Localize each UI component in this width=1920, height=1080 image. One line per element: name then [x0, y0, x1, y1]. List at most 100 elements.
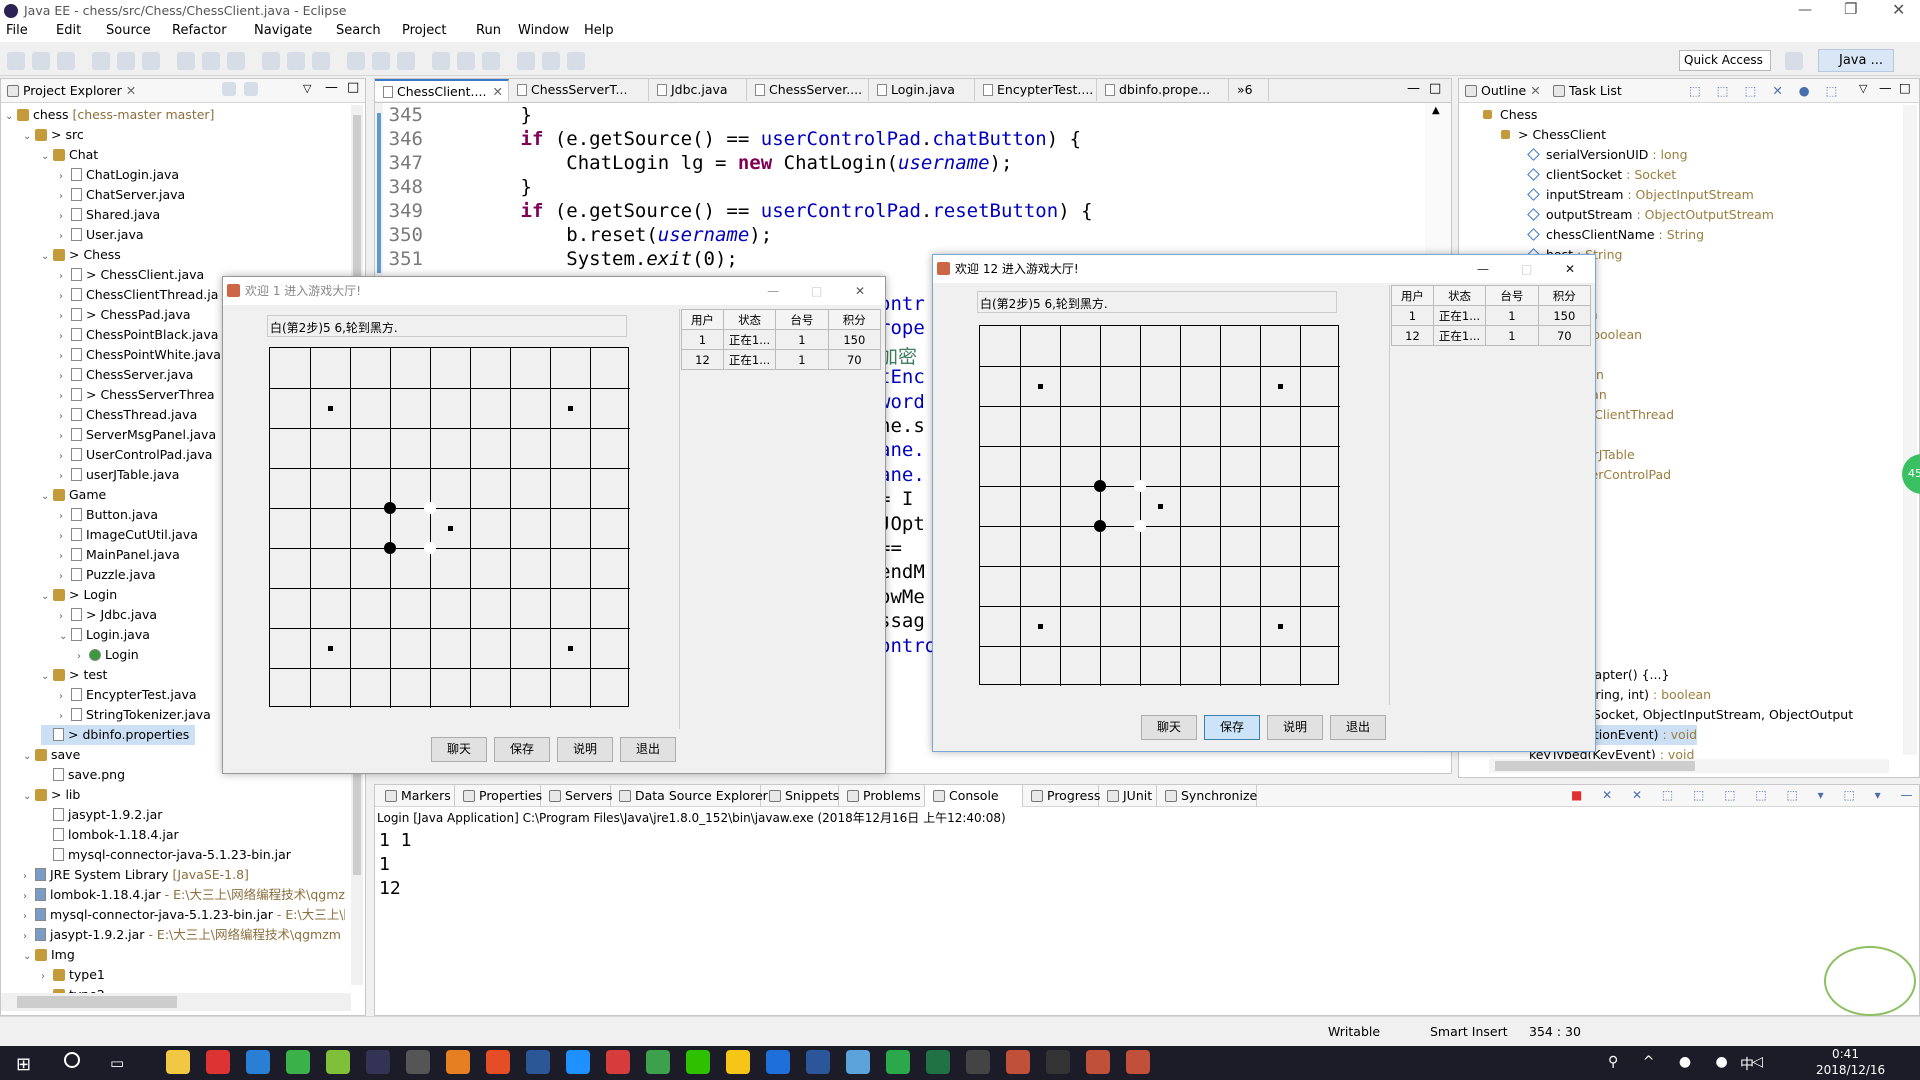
tool-icon[interactable]: [406, 1050, 430, 1074]
menu-source[interactable]: Source: [106, 23, 151, 38]
expanded-arrow-icon[interactable]: ⌄: [23, 747, 35, 767]
web-icon[interactable]: [482, 52, 500, 70]
tree-item[interactable]: > dbinfo.properties: [41, 725, 196, 745]
collapsed-arrow-icon[interactable]: ›: [59, 367, 71, 387]
tree-item[interactable]: › ChessServer.java: [59, 365, 193, 385]
exit-button[interactable]: 退出: [1330, 715, 1386, 740]
dialog-close-button[interactable]: ✕: [855, 277, 865, 305]
clock-date[interactable]: 2018/12/16: [1816, 1063, 1885, 1077]
column-header[interactable]: 积分: [1537, 285, 1592, 306]
menu-window[interactable]: Window: [518, 23, 569, 38]
console-toolbar-icons[interactable]: ■ ✕ ✕ ⬚ ⬚ ⬚ ⬚ ⬚ ▾ ⬚ ▾ — □: [1571, 788, 1920, 802]
ime-indicator[interactable]: 中: [1740, 1054, 1754, 1074]
collapsed-arrow-icon[interactable]: ›: [59, 427, 71, 447]
minimize-editor-icon[interactable]: —: [1407, 81, 1420, 96]
tree-item[interactable]: ⌄ > Chess: [41, 245, 121, 265]
maximize-editor-icon[interactable]: □: [1429, 81, 1441, 96]
new-server-icon[interactable]: [372, 52, 390, 70]
outline-vertical-scrollbar[interactable]: [1903, 105, 1917, 755]
black-stone[interactable]: [384, 542, 396, 554]
task-list-tab[interactable]: Task List: [1553, 83, 1622, 98]
white-stone[interactable]: [1134, 480, 1146, 492]
maximize-button[interactable]: ❐: [1844, 0, 1857, 18]
editor-tab[interactable]: Login.java: [869, 79, 975, 101]
app-pdf-icon[interactable]: [606, 1050, 630, 1074]
collapsed-arrow-icon[interactable]: ›: [59, 527, 71, 547]
java-icon[interactable]: [1006, 1050, 1030, 1074]
outline-item[interactable]: outputStream : ObjectOutputStream: [1527, 205, 1774, 225]
outline-item[interactable]: inputStream : ObjectInputStream: [1527, 185, 1754, 205]
collapsed-arrow-icon[interactable]: ›: [59, 327, 71, 347]
app-ide-icon[interactable]: [766, 1050, 790, 1074]
expanded-arrow-icon[interactable]: ⌄: [5, 107, 17, 127]
menu-refactor[interactable]: Refactor: [172, 23, 227, 38]
tree-item[interactable]: › > ChessServerThrea: [59, 385, 215, 405]
tree-item[interactable]: › jasypt-1.9.2.jar - E:\大三上\网络编程技术\qgmzm: [23, 925, 341, 945]
tree-item[interactable]: ⌄ save: [23, 745, 80, 765]
tree-item[interactable]: › MainPanel.java: [59, 545, 180, 565]
tree-item[interactable]: ⌄ Game: [41, 485, 106, 505]
editor-tab[interactable]: EncypterTest....: [975, 79, 1097, 101]
java-perspective-button[interactable]: Java ...: [1818, 49, 1894, 72]
tree-item[interactable]: › UserControlPad.java: [59, 445, 212, 465]
tree-item[interactable]: › ChessClientThread.ja: [59, 285, 218, 305]
dialog-minimize-button[interactable]: —: [767, 277, 779, 305]
white-stone[interactable]: [424, 502, 436, 514]
skip-icon[interactable]: [202, 52, 220, 70]
collapsed-arrow-icon[interactable]: ›: [59, 347, 71, 367]
app-arrow-icon[interactable]: [646, 1050, 670, 1074]
tab-data-source-explorer[interactable]: Data Source Explorer: [611, 785, 768, 807]
tab-problems[interactable]: Problems: [839, 785, 925, 807]
collapsed-arrow-icon[interactable]: ›: [59, 507, 71, 527]
dialog-minimize-button[interactable]: —: [1477, 255, 1489, 283]
view-menu-icon[interactable]: ▽: [303, 82, 311, 95]
tab-progress[interactable]: Progress: [1023, 785, 1100, 807]
tree-item[interactable]: › JRE System Library [JavaSE-1.8]: [23, 865, 249, 885]
forward-icon[interactable]: [567, 52, 585, 70]
tree-item[interactable]: › Shared.java: [59, 205, 160, 225]
collapsed-arrow-icon[interactable]: ›: [23, 867, 35, 887]
tree-item[interactable]: ⌄ Login.java: [59, 625, 150, 645]
collapsed-arrow-icon[interactable]: ›: [59, 387, 71, 407]
outline-toolbar-icons[interactable]: ⬚ ⬚ ⬚ ✕ ● ⬚: [1689, 83, 1844, 98]
table-row[interactable]: 12 正在1... 1 70: [1391, 325, 1592, 346]
tree-item[interactable]: › mysql-connector-java-5.1.23-bin.jar - E:…: [23, 905, 345, 925]
white-stone[interactable]: [1134, 520, 1146, 532]
link-icon[interactable]: [177, 52, 195, 70]
tree-item[interactable]: › > ChessClient.java: [59, 265, 204, 285]
tree-item[interactable]: › EncypterTest.java: [59, 685, 197, 705]
app-gray-icon[interactable]: [966, 1050, 990, 1074]
clock-time[interactable]: 0:41: [1832, 1047, 1859, 1061]
dialog-close-button[interactable]: ✕: [1565, 255, 1575, 283]
column-header[interactable]: 用户: [1391, 285, 1434, 306]
editor-tab[interactable]: »6: [1229, 79, 1269, 101]
minimize-view-icon[interactable]: —: [1879, 80, 1892, 95]
tree-item[interactable]: ⌄ > Login: [41, 585, 117, 605]
editor-tab[interactable]: Jdbc.java: [649, 79, 747, 101]
save-button[interactable]: 保存: [494, 737, 550, 762]
editor-tab[interactable]: ChessServer....: [747, 79, 869, 101]
tree-item[interactable]: › ImageCutUtil.java: [59, 525, 198, 545]
tree-item[interactable]: › ServerMsgPanel.java: [59, 425, 216, 445]
word-icon[interactable]: [806, 1050, 830, 1074]
tree-item[interactable]: ⌄ Chat: [41, 145, 98, 165]
tab-markers[interactable]: Markers: [377, 785, 455, 807]
collapsed-arrow-icon[interactable]: ›: [23, 887, 35, 907]
tree-item[interactable]: ⌄ chess [chess-master master]: [5, 105, 214, 125]
expanded-arrow-icon[interactable]: ⌄: [23, 127, 35, 147]
close-icon[interactable]: ✕: [1530, 83, 1540, 98]
tree-item[interactable]: › Button.java: [59, 505, 158, 525]
app-green2-icon[interactable]: [886, 1050, 910, 1074]
java3-icon[interactable]: [1126, 1050, 1150, 1074]
app-red-icon[interactable]: [206, 1050, 230, 1074]
tree-item[interactable]: › type1: [41, 965, 105, 985]
terminal-icon[interactable]: [92, 52, 110, 70]
column-header[interactable]: 状态: [722, 309, 777, 330]
menu-run[interactable]: Run: [476, 23, 501, 38]
outline-tab[interactable]: Outline ✕: [1465, 83, 1541, 98]
chat-button[interactable]: 聊天: [1141, 715, 1197, 740]
file-explorer-icon[interactable]: [166, 1050, 190, 1074]
tree-item[interactable]: › > Jdbc.java: [59, 605, 157, 625]
tree-item[interactable]: ⌄ > src: [23, 125, 84, 145]
expanded-arrow-icon[interactable]: ⌄: [23, 947, 35, 967]
